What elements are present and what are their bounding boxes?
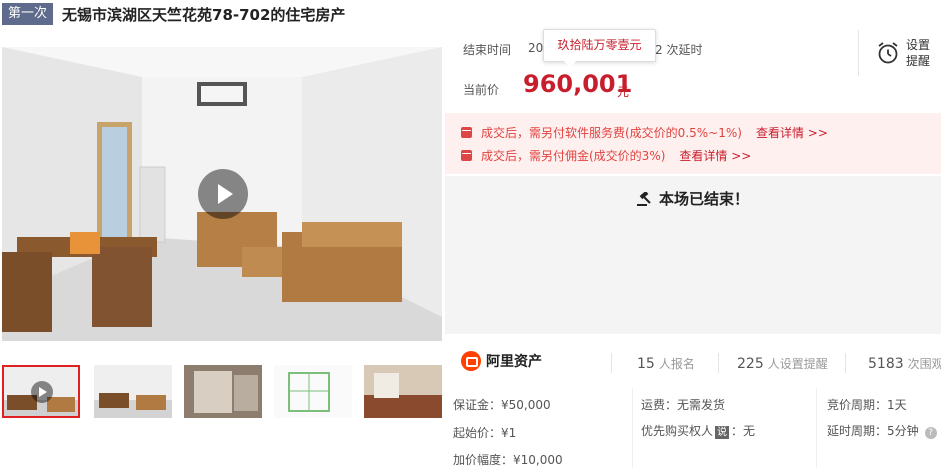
fee-row-service: 成交后，需另付软件服务费(成交价的0.5%~1%) 查看详情 >>: [461, 124, 828, 141]
play-icon: [31, 381, 53, 403]
alarm-clock-icon: [878, 42, 898, 64]
thumbnail-1[interactable]: [2, 365, 80, 418]
thumbnail-3[interactable]: [184, 365, 262, 418]
price-unit: 元: [617, 85, 630, 99]
fee-detail-link[interactable]: 查看详情 >>: [756, 124, 828, 141]
thumbnail-5[interactable]: [364, 365, 442, 418]
set-reminder-button[interactable]: 设置提醒: [876, 37, 932, 69]
reminder-number: 225: [737, 356, 764, 372]
view-number: 5183: [868, 356, 904, 372]
bid-increment: 加价幅度：¥10,000: [453, 453, 563, 467]
extension-cycle: 延时周期：5分钟?: [827, 422, 937, 439]
brand[interactable]: 阿里资产: [461, 351, 542, 371]
title-row: 第一次 无锡市滨湖区天竺花苑78-702的住宅房产: [2, 2, 345, 26]
priority-info-badge[interactable]: 说: [715, 426, 730, 439]
end-time-value: 20: [528, 41, 544, 55]
round-badge: 第一次: [2, 3, 54, 25]
brand-name: 阿里资产: [486, 354, 542, 370]
thumbnail-image: [274, 365, 352, 418]
fee-detail-link[interactable]: 查看详情 >>: [679, 147, 751, 164]
deposit: 保证金：¥50,000: [453, 398, 551, 412]
bid-cycle: 竞价周期：1天: [827, 398, 907, 412]
signup-count: 15 人报名: [637, 355, 695, 372]
fee-text: 成交后，需另付软件服务费(成交价的0.5%~1%): [481, 126, 742, 140]
fee-row-commission: 成交后，需另付佣金(成交价的3%) 查看详情 >>: [461, 147, 751, 164]
gift-icon: [461, 127, 472, 138]
signup-number: 15: [637, 356, 655, 372]
divider: [858, 30, 859, 76]
ali-assets-logo-icon: [461, 351, 481, 371]
current-price-label: 当前价: [463, 83, 500, 97]
divider: [718, 353, 719, 373]
fee-text: 成交后，需另付佣金(成交价的3%): [481, 149, 666, 163]
reminder-count: 225 人设置提醒: [737, 355, 828, 372]
reminder-count-label: 人设置提醒: [767, 357, 828, 371]
thumbnail-4[interactable]: [274, 365, 352, 418]
main-photo[interactable]: [2, 47, 442, 341]
current-price-value: 960,001: [523, 70, 633, 98]
price-in-words-tooltip: 玖拾陆万零壹元: [543, 29, 656, 68]
signup-label: 人报名: [658, 357, 695, 371]
thumbnail-image: [94, 365, 172, 418]
divider: [611, 353, 612, 373]
divider: [816, 388, 817, 468]
ended-text: 本场已结束！: [658, 190, 749, 208]
divider: [845, 353, 846, 373]
page-title: 无锡市滨湖区天竺花苑78-702的住宅房产: [62, 5, 346, 24]
end-time-label: 结束时间: [463, 43, 512, 57]
divider: [632, 388, 633, 468]
delay-count: 2 次延时: [655, 43, 703, 57]
priority-value: ：无: [731, 424, 756, 438]
thumbnail-strip: [2, 365, 442, 420]
thumbnail-2[interactable]: [94, 365, 172, 418]
play-video-icon[interactable]: [198, 169, 248, 219]
extension-cycle-text: 延时周期：5分钟: [827, 424, 919, 438]
thumbnail-image: [184, 365, 262, 418]
reminder-label: 设置提醒: [906, 38, 931, 68]
fee-notice-box: 成交后，需另付软件服务费(成交价的0.5%~1%) 查看详情 >> 成交后，需另…: [445, 113, 941, 174]
view-count: 5183 次围观: [868, 355, 941, 372]
auction-ended-panel: 本场已结束！: [445, 176, 941, 334]
priority-buyer: 优先购买权人说：无: [641, 422, 755, 439]
view-label: 次围观: [907, 357, 941, 371]
gift-icon: [461, 150, 472, 161]
start-price: 起始价：¥1: [453, 426, 517, 440]
gavel-icon: [636, 192, 651, 206]
help-icon[interactable]: ?: [924, 427, 937, 439]
ended-message: 本场已结束！: [445, 188, 941, 209]
thumbnail-image: [364, 365, 442, 418]
priority-label: 优先购买权人: [641, 424, 714, 438]
shipping-fee: 运费：无需发货: [641, 398, 726, 412]
